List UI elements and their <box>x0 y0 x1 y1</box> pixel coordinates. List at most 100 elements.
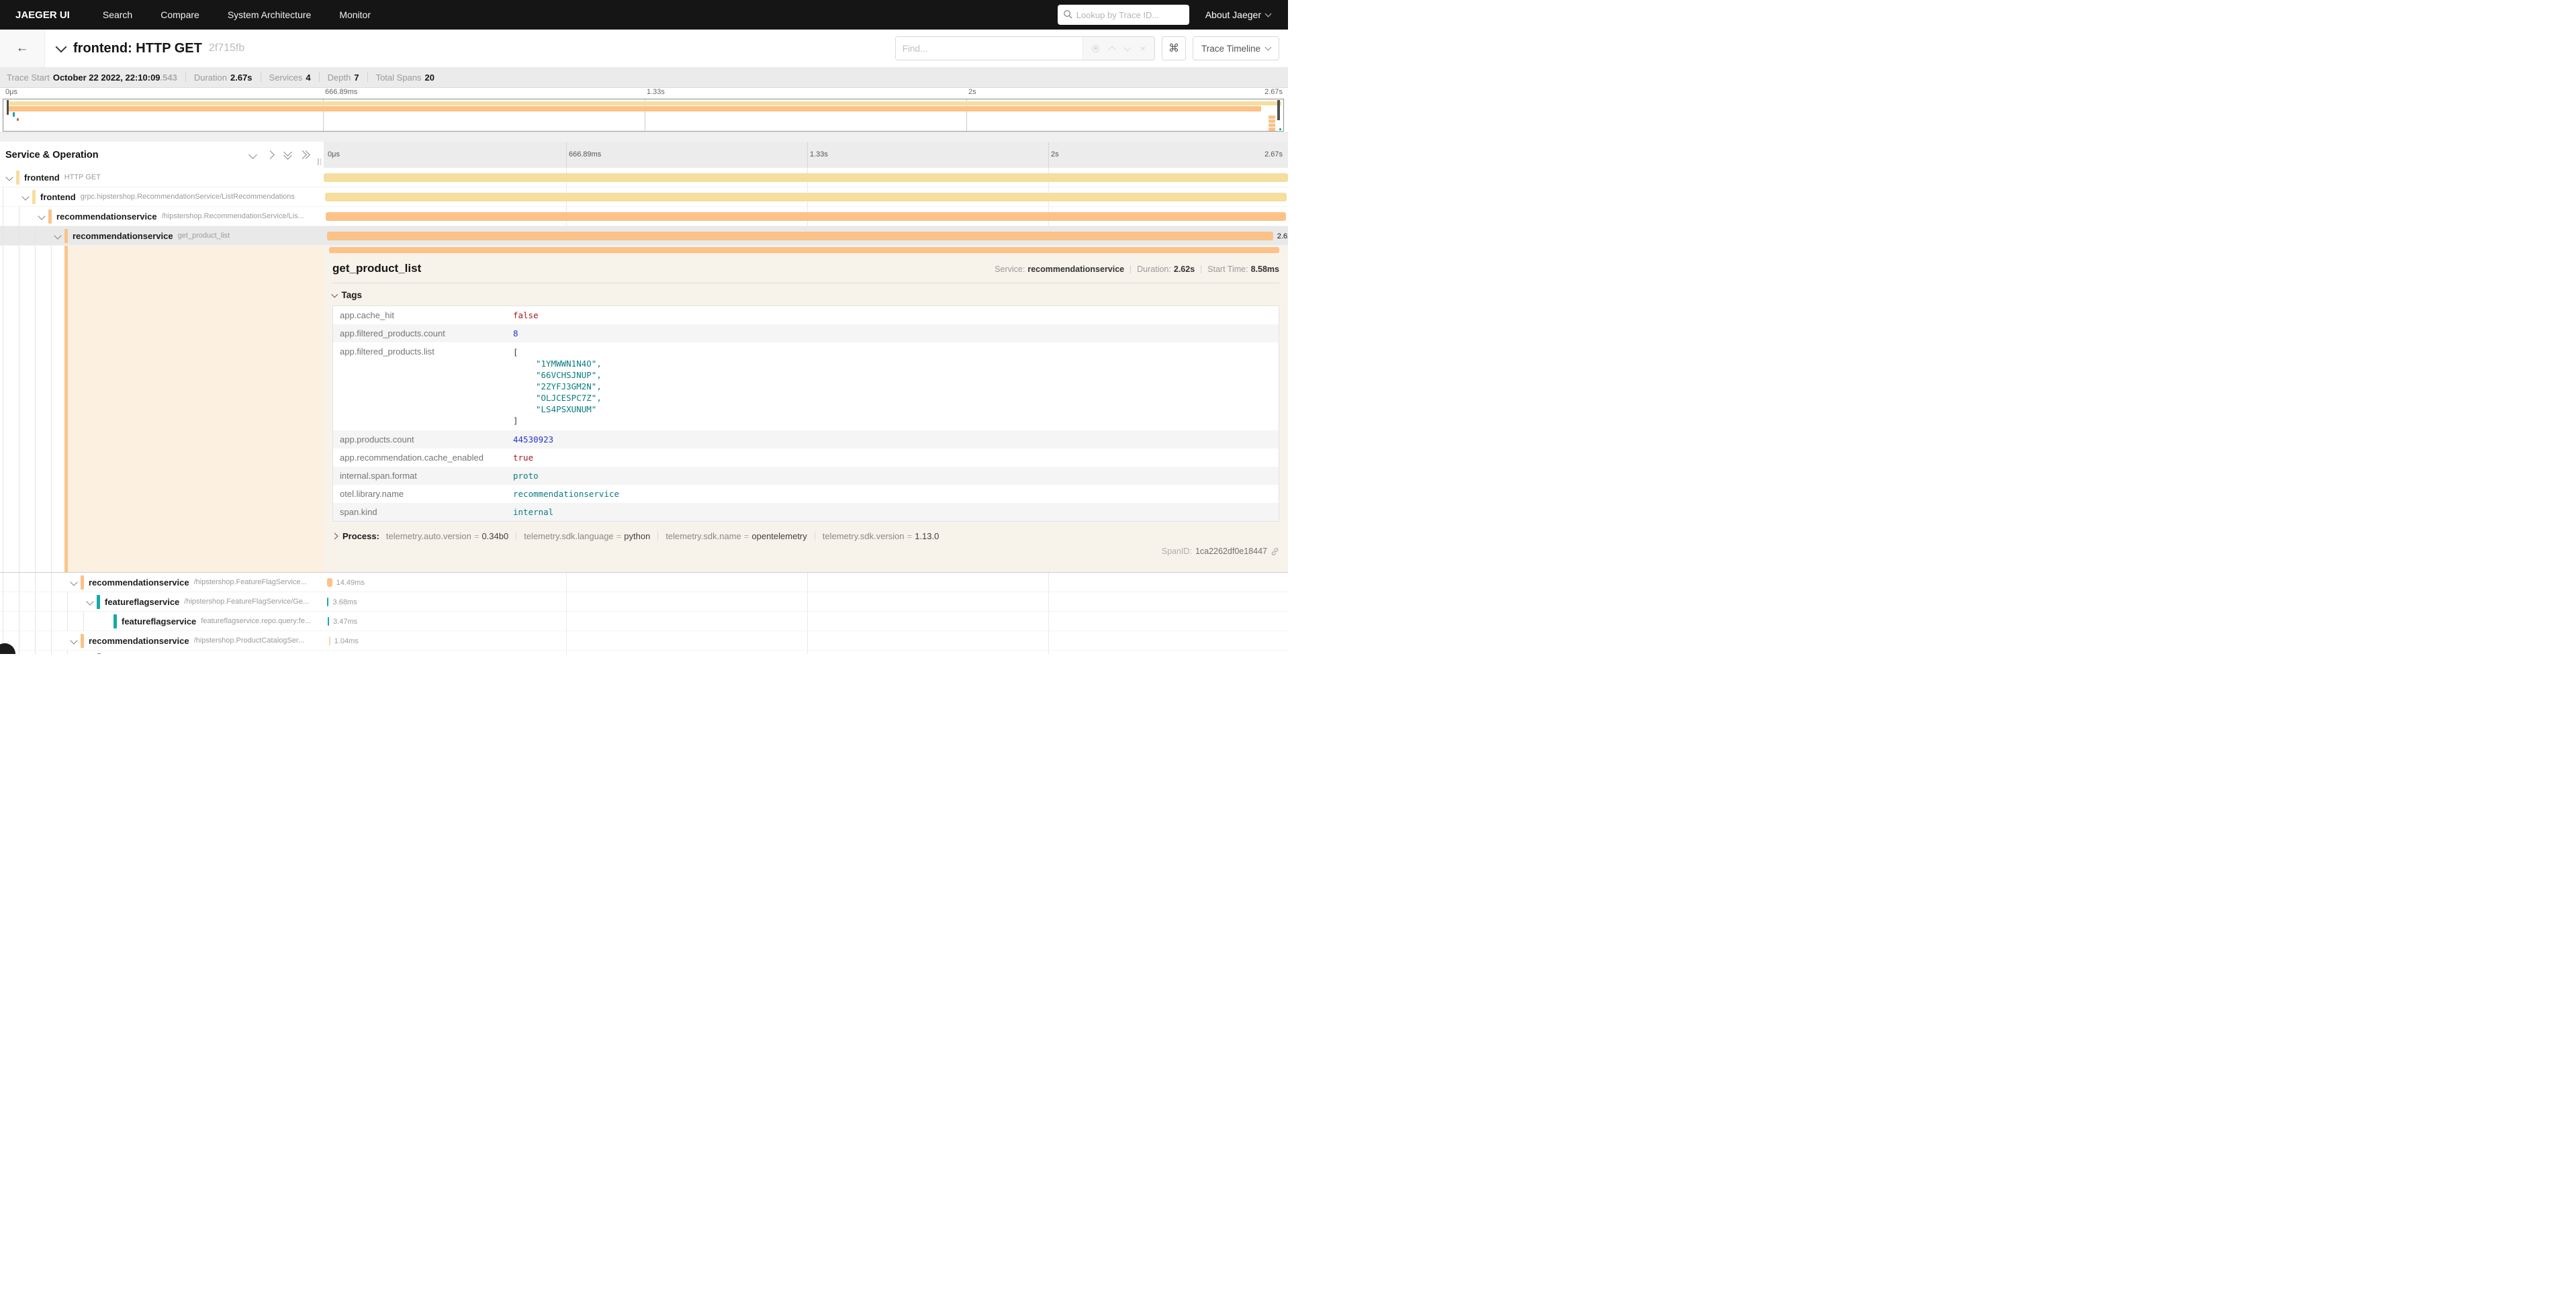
chevron-down-icon <box>332 291 338 297</box>
nav-item-search[interactable]: Search <box>103 9 132 20</box>
about-jaeger-menu[interactable]: About Jaeger <box>1205 9 1271 20</box>
span-timeline-cell[interactable]: 3.68ms <box>324 592 1288 611</box>
span-timeline-cell[interactable] <box>324 207 1288 226</box>
span-name-cell[interactable]: recommendationserviceget_product_list <box>0 226 324 245</box>
collapse-one-icon[interactable] <box>248 150 257 159</box>
span-name-cell[interactable]: featureflagservice/hipstershop.FeatureFl… <box>0 592 324 611</box>
process-section-toggle[interactable]: Process:telemetry.auto.version=0.34b0tel… <box>332 531 1279 541</box>
json-bracket: ] <box>513 415 1272 426</box>
span-row[interactable]: recommendationservice/hipstershop.Featur… <box>0 573 1288 592</box>
span-duration-label: 3.68ms <box>333 598 357 606</box>
tag-key: span.kind <box>333 503 507 522</box>
span-expander-icon[interactable] <box>70 637 77 644</box>
span-expander-icon[interactable] <box>86 598 93 605</box>
json-list-item: "OLJCESPC7Z", <box>513 392 1272 404</box>
minimap-span-bar <box>7 101 1281 105</box>
indent-guide <box>67 592 68 611</box>
span-expander-icon[interactable] <box>70 578 77 586</box>
app-brand[interactable]: JAEGER UI <box>15 9 70 21</box>
span-row[interactable]: featureflagservice/hipstershop.FeatureFl… <box>0 592 1288 612</box>
span-duration-bar[interactable] <box>324 173 1288 182</box>
trace-lookup-input[interactable] <box>1058 5 1189 25</box>
span-detail-indent <box>0 246 324 572</box>
minimap-drag-handle-left[interactable] <box>7 100 9 115</box>
span-timeline-cell[interactable]: 1.04ms <box>324 631 1288 650</box>
process-label: Process: <box>342 531 379 541</box>
span-timeline-cell[interactable] <box>324 168 1288 187</box>
find-input[interactable] <box>896 37 1083 60</box>
span-name-cell[interactable]: frontendgrpc.hipstershop.RecommendationS… <box>0 187 324 206</box>
span-expander-icon[interactable] <box>38 212 45 220</box>
collapse-all-icon[interactable] <box>285 152 291 158</box>
jaeger-trace-page: JAEGER UI Search Compare System Architectu… <box>0 0 1288 654</box>
span-id-value: 1ca2262df0e18447 <box>1195 547 1267 556</box>
json-list-item: "1YMWWN1N4O", <box>513 358 1272 369</box>
span-timeline-cell[interactable]: 2.62s <box>324 226 1288 245</box>
back-button[interactable]: ← <box>0 30 45 67</box>
equals-sign: = <box>616 531 622 541</box>
service-operation-header: Service & Operation <box>0 142 324 168</box>
span-expander-icon[interactable] <box>54 232 61 239</box>
gridline <box>807 142 808 168</box>
find-prev-icon[interactable] <box>1108 46 1115 53</box>
minimap-drag-handle-right[interactable] <box>1277 100 1280 120</box>
trace-title: frontend: HTTP GET <box>73 41 202 56</box>
json-comma: , <box>596 393 602 403</box>
tick-label-minimap: 1.33s <box>647 88 665 96</box>
span-row[interactable]: featureflagservicefeatureflagservice.rep… <box>0 612 1288 631</box>
span-timeline-cell[interactable]: 14.49ms <box>324 573 1288 592</box>
span-name-cell[interactable]: recommendationservice/hipstershop.Featur… <box>0 573 324 592</box>
span-expander-icon[interactable] <box>5 173 13 181</box>
tag-value: recommendationservice <box>506 485 1279 503</box>
span-duration-bar[interactable] <box>325 193 1287 201</box>
span-row[interactable]: recommendationserviceget_product_list2.6… <box>0 226 1288 246</box>
find-clear-icon[interactable]: × <box>1140 44 1146 53</box>
span-duration-bar[interactable] <box>328 617 329 626</box>
json-string: "2ZYFJ3GM2N" <box>536 381 596 391</box>
link-icon[interactable] <box>1271 547 1279 556</box>
span-detail-indent-fill <box>68 246 324 572</box>
span-timeline-cell[interactable]: 3.47ms <box>324 612 1288 630</box>
minimap-span-bar <box>1269 128 1275 131</box>
nav-item-monitor[interactable]: Monitor <box>339 9 371 20</box>
span-name-cell[interactable]: recommendationservice/hipstershop.Recomm… <box>0 207 324 226</box>
span-operation-name: HTTP GET <box>64 173 101 181</box>
find-next-icon[interactable] <box>1123 44 1131 51</box>
view-selector-button[interactable]: Trace Timeline <box>1193 36 1279 60</box>
equals-sign: = <box>744 531 749 541</box>
span-duration-bar[interactable] <box>329 637 330 645</box>
equals-sign: = <box>474 531 479 541</box>
span-timeline-cell[interactable] <box>324 651 1288 654</box>
expand-one-icon[interactable] <box>266 150 275 159</box>
trace-collapse-icon[interactable] <box>56 42 67 53</box>
span-row[interactable]: frontendHTTP GET <box>0 168 1288 187</box>
span-duration-bar[interactable] <box>326 212 1287 221</box>
tags-section-toggle[interactable]: Tags <box>332 290 1279 300</box>
divider <box>185 73 186 82</box>
nav-item-system-architecture[interactable]: System Architecture <box>228 9 312 20</box>
span-name-cell[interactable]: recommendationservice/hipstershop.Produc… <box>0 631 324 650</box>
span-expander-icon[interactable] <box>21 193 29 200</box>
span-duration-bar[interactable] <box>327 598 328 606</box>
span-row[interactable]: recommendationservice/hipstershop.Produc… <box>0 631 1288 651</box>
column-resize-handle[interactable] <box>318 158 321 165</box>
tick-label-minimap: 0μs <box>5 88 17 96</box>
keyboard-shortcuts-button[interactable]: ⌘ <box>1162 36 1186 60</box>
focus-target-icon[interactable] <box>1092 45 1099 52</box>
span-row[interactable]: frontendgrpc.hipstershop.RecommendationS… <box>0 187 1288 207</box>
tag-value: false <box>506 306 1279 325</box>
span-timeline-cell[interactable] <box>324 187 1288 206</box>
span-row[interactable] <box>0 651 1288 654</box>
expand-all-icon[interactable] <box>302 152 309 158</box>
span-name-cell[interactable]: frontendHTTP GET <box>0 168 324 187</box>
span-row[interactable]: recommendationservice/hipstershop.Recomm… <box>0 207 1288 226</box>
indent-guide <box>67 651 68 654</box>
span-duration-bar[interactable] <box>327 578 332 587</box>
minimap-canvas[interactable] <box>3 99 1284 132</box>
span-duration-bar[interactable] <box>327 232 1273 240</box>
nav-item-compare[interactable]: Compare <box>160 9 199 20</box>
tick-label-minimap: 666.89ms <box>325 88 357 96</box>
span-duration-label: 3.47ms <box>333 618 357 626</box>
span-name-cell[interactable] <box>0 651 324 654</box>
span-name-cell[interactable]: featureflagservicefeatureflagservice.rep… <box>0 612 324 630</box>
